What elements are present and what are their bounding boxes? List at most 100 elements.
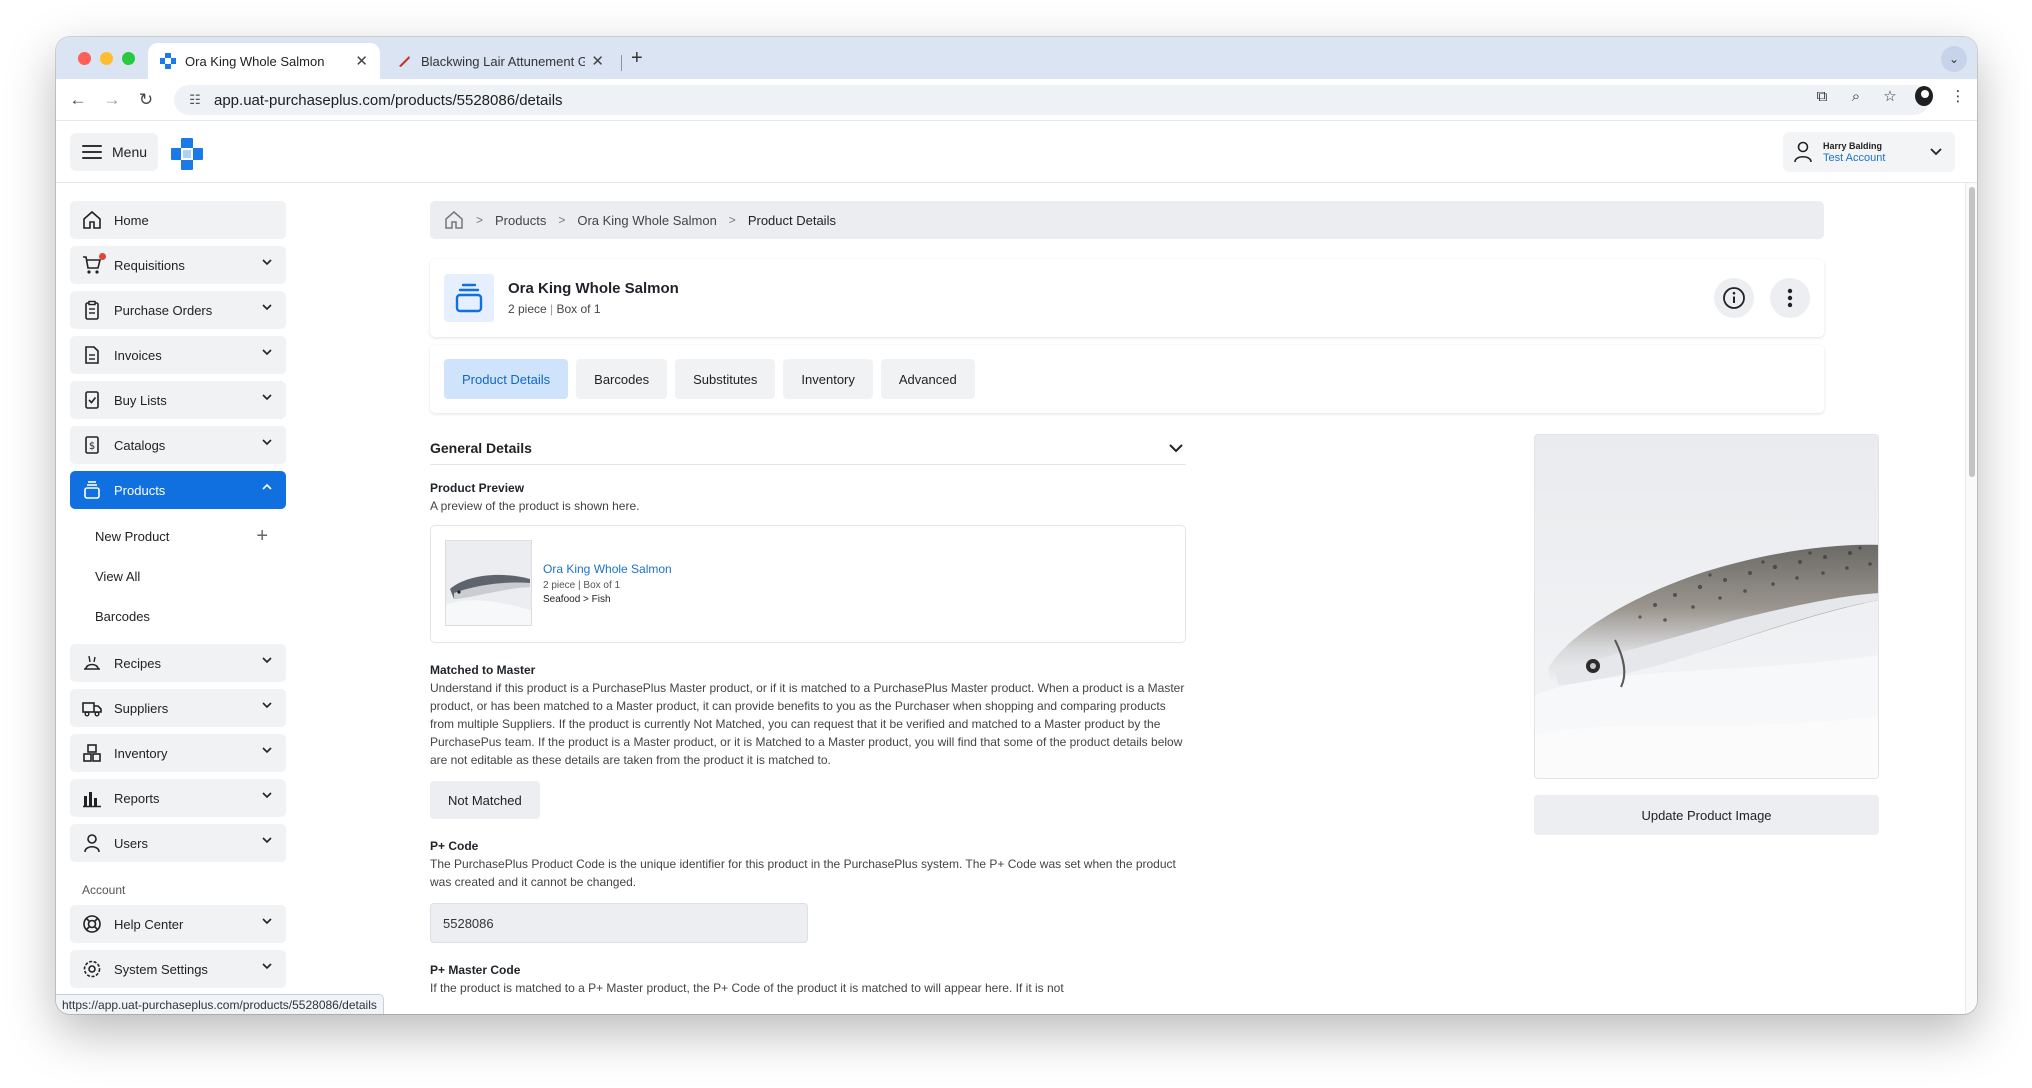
close-window-button[interactable] <box>78 52 91 65</box>
status-bar-url: https://app.uat-purchaseplus.com/product… <box>56 994 384 1014</box>
sidebar-item-users[interactable]: Users <box>70 824 286 862</box>
plus-icon[interactable]: + <box>256 525 268 548</box>
bookmark-star-icon[interactable]: ☆ <box>1881 87 1899 105</box>
sidebar-subitem-label: View All <box>95 568 141 584</box>
sidebar-item-recipes[interactable]: Recipes <box>70 644 286 682</box>
chevron-down-icon <box>262 349 272 356</box>
sidebar-item-label: Reports <box>114 790 160 806</box>
purchaseplus-logo-icon[interactable] <box>170 137 204 171</box>
sidebar-item-label: Recipes <box>114 655 161 671</box>
products-icon <box>82 480 102 500</box>
user-icon <box>1794 141 1812 163</box>
product-image <box>1534 434 1879 779</box>
scrollbar-thumb[interactable] <box>1969 187 1975 477</box>
tab-substitutes[interactable]: Substitutes <box>675 359 776 399</box>
chevron-down-icon <box>262 918 272 925</box>
tab-product-details[interactable]: Product Details <box>444 359 569 399</box>
chevron-down-icon[interactable] <box>1168 440 1184 456</box>
sidebar-item-products[interactable]: Products <box>70 471 286 509</box>
sidebar-item-reports[interactable]: Reports <box>70 779 286 817</box>
profile-icon[interactable] <box>1915 86 1933 106</box>
breadcrumb-product-name[interactable]: Ora King Whole Salmon <box>577 213 716 228</box>
sidebar-item-label: Buy Lists <box>114 392 167 408</box>
sidebar-item-catalogs[interactable]: $ Catalogs <box>70 426 286 464</box>
more-options-button[interactable] <box>1770 278 1810 318</box>
product-header-card: Ora King Whole Salmon 2 piece | Box of 1 <box>430 259 1824 337</box>
master-code-description: If the product is matched to a P+ Master… <box>430 981 1064 995</box>
chevron-down-icon <box>262 259 272 266</box>
sidebar-item-buy-lists[interactable]: Buy Lists <box>70 381 286 419</box>
forward-icon[interactable]: → <box>98 86 126 114</box>
maximize-window-button[interactable] <box>122 52 135 65</box>
preview-label: Product Preview <box>430 481 525 495</box>
sidebar-subitem-label: New Product <box>95 528 170 544</box>
tab-separator <box>621 55 622 71</box>
user-icon <box>82 833 102 853</box>
close-tab-icon[interactable]: ✕ <box>355 52 368 70</box>
browser-tab-active[interactable]: Ora King Whole Salmon ✕ <box>148 43 380 79</box>
product-pack: Box of 1 <box>556 302 601 316</box>
tab-strip: Ora King Whole Salmon ✕ Blackwing Lair A… <box>56 37 1977 79</box>
pcode-field[interactable]: 5528086 <box>430 903 808 943</box>
product-subtitle: 2 piece | Box of 1 <box>508 302 601 316</box>
app-header: Menu Harry Balding Test Account <box>56 121 1977 183</box>
sidebar-subitem-new-product[interactable]: New Product + <box>70 516 286 556</box>
sidebar-item-suppliers[interactable]: Suppliers <box>70 689 286 727</box>
sidebar-item-requisitions[interactable]: Requisitions <box>70 246 286 284</box>
sidebar-item-system-settings[interactable]: System Settings <box>70 950 286 988</box>
sidebar-item-inventory[interactable]: Inventory <box>70 734 286 772</box>
user-account: Test Account <box>1823 152 1886 164</box>
info-button[interactable] <box>1714 278 1754 318</box>
tab-title: Blackwing Lair Attunement G <box>421 53 586 69</box>
general-details-header[interactable]: General Details <box>430 431 1186 465</box>
window-controls <box>78 52 135 65</box>
install-app-icon[interactable]: ⧉ <box>1813 88 1831 105</box>
menu-button[interactable]: Menu <box>70 133 158 171</box>
sidebar-subitem-view-all[interactable]: View All <box>70 556 286 596</box>
browser-menu-icon[interactable]: ⋮ <box>1949 87 1967 105</box>
chevron-down-icon <box>262 304 272 311</box>
hamburger-icon <box>82 145 102 159</box>
sidebar-subitem-label: Barcodes <box>95 608 150 624</box>
minimize-window-button[interactable] <box>100 52 113 65</box>
section-title: General Details <box>430 439 532 456</box>
chevron-down-icon <box>262 792 272 799</box>
tab-inventory[interactable]: Inventory <box>783 359 873 399</box>
site-info-icon[interactable]: ☷ <box>186 91 204 109</box>
sidebar-item-purchase-orders[interactable]: Purchase Orders <box>70 291 286 329</box>
address-bar[interactable]: ☷ app.uat-purchaseplus.com/products/5528… <box>174 85 1929 115</box>
chevron-down-icon <box>262 702 272 709</box>
sidebar-item-label: Invoices <box>114 347 162 363</box>
preview-product-link[interactable]: Ora King Whole Salmon <box>543 562 672 576</box>
new-tab-icon[interactable]: + <box>631 47 643 70</box>
breadcrumb-products[interactable]: Products <box>495 213 546 228</box>
zoom-icon[interactable]: ⌕ <box>1847 88 1865 105</box>
close-tab-icon[interactable]: ✕ <box>591 52 604 70</box>
sidebar-item-help-center[interactable]: Help Center <box>70 905 286 943</box>
page-scrollbar[interactable] <box>1965 183 1977 1014</box>
update-product-image-button[interactable]: Update Product Image <box>1534 795 1879 835</box>
user-menu-button[interactable]: Harry Balding Test Account <box>1783 132 1955 172</box>
match-status-button[interactable]: Not Matched <box>430 781 540 819</box>
matched-label: Matched to Master <box>430 663 536 677</box>
tab-barcodes[interactable]: Barcodes <box>576 359 668 399</box>
chevron-down-icon <box>1930 148 1942 156</box>
purchaseplus-favicon-icon <box>160 53 176 69</box>
sidebar-item-label: Inventory <box>114 745 168 761</box>
sidebar-item-home[interactable]: Home <box>70 201 286 239</box>
sidebar-item-invoices[interactable]: Invoices <box>70 336 286 374</box>
back-icon[interactable]: ← <box>64 86 92 114</box>
chevron-down-icon <box>262 657 272 664</box>
tab-search-icon[interactable]: ⌄ <box>1941 46 1967 72</box>
sidebar-item-label: Products <box>114 482 166 498</box>
reload-icon[interactable]: ↻ <box>132 86 160 114</box>
home-icon <box>82 210 102 230</box>
browser-tab[interactable]: Blackwing Lair Attunement G ✕ <box>384 43 616 79</box>
chevron-right-icon: > <box>558 213 566 227</box>
tab-advanced[interactable]: Advanced <box>880 359 975 399</box>
svg-text:$: $ <box>89 441 95 452</box>
sidebar-subitem-barcodes[interactable]: Barcodes <box>70 596 286 636</box>
recipe-icon <box>82 653 102 673</box>
home-icon[interactable] <box>444 210 464 230</box>
sidebar-item-label: Requisitions <box>114 257 185 273</box>
